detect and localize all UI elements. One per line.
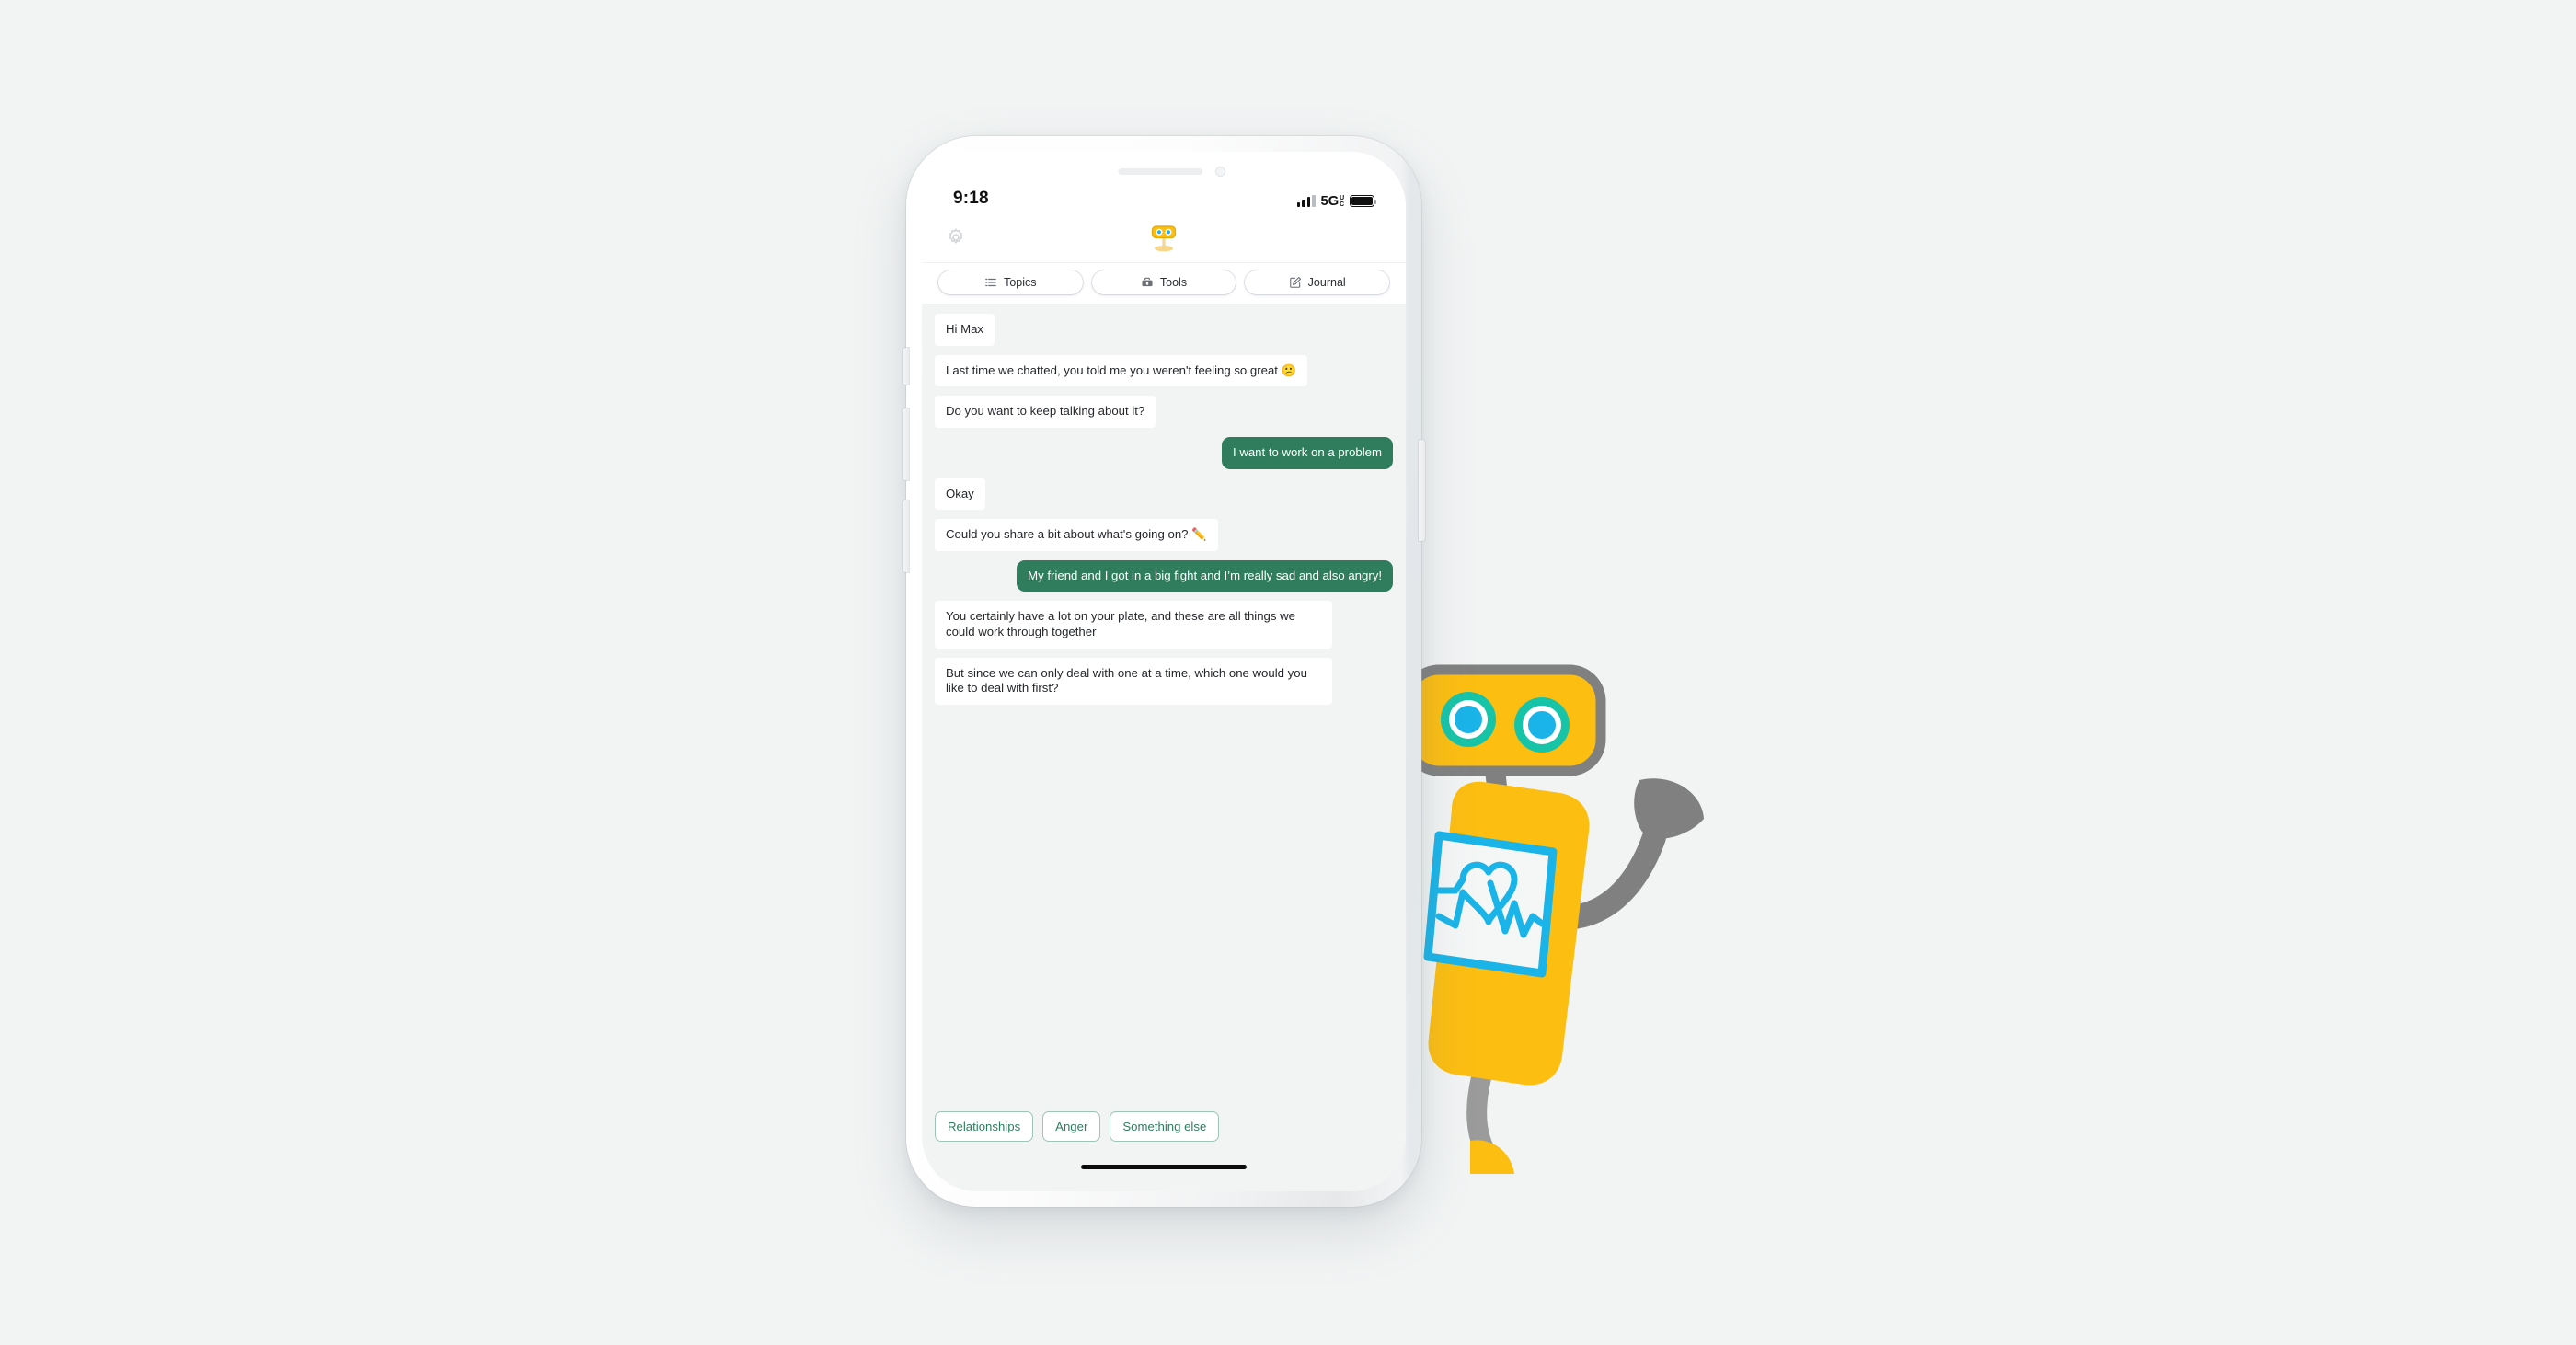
message-row: Hi Max [935, 314, 1393, 346]
status-indicators: 5G U C [1296, 193, 1377, 209]
tab-journal[interactable]: Journal [1245, 270, 1390, 294]
quick-reply-something-else[interactable]: Something else [1110, 1111, 1220, 1142]
mascot-body [1428, 781, 1590, 1086]
quick-reply-bar: Relationships Anger Something else [922, 1111, 1406, 1142]
mascot-neck [1483, 746, 1511, 827]
gear-icon[interactable] [946, 227, 966, 247]
mascot-hand [1634, 778, 1704, 839]
cellular-bars-icon [1296, 195, 1316, 207]
tab-tools-label: Tools [1159, 276, 1188, 289]
message-row: But since we can only deal with one at a… [935, 657, 1393, 705]
chat-bubble-bot: Could you share a bit about what's going… [935, 519, 1218, 551]
silent-switch[interactable] [903, 348, 909, 385]
home-indicator-area [922, 1142, 1406, 1191]
chat-bubble-user: I want to work on a problem [1222, 436, 1393, 469]
app-header [922, 213, 1406, 263]
message-row: My friend and I got in a big fight and I… [935, 559, 1393, 592]
quick-reply-anger[interactable]: Anger [1042, 1111, 1101, 1142]
mascot-chest-screen [1423, 831, 1558, 978]
network-type: 5G [1320, 193, 1340, 209]
compose-square-icon [1289, 276, 1301, 288]
front-camera [1215, 167, 1225, 177]
mascot-eyes [1441, 692, 1570, 753]
chat-bubble-bot: You certainly have a lot on your plate, … [935, 601, 1333, 649]
chat-transcript: Hi Max Last time we chatted, you told me… [922, 305, 1406, 1111]
mascot-foot [1470, 1140, 1514, 1174]
scene: 9:18 5G U C Topics Tools Journal Hi Max … [0, 0, 2576, 1345]
message-row: Okay [935, 477, 1393, 511]
volume-down-button[interactable] [903, 500, 909, 572]
quick-reply-relationships[interactable]: Relationships [935, 1111, 1034, 1142]
earpiece-speaker [1118, 168, 1203, 175]
chat-bubble-bot: Hi Max [935, 314, 995, 346]
volume-up-button[interactable] [903, 408, 909, 480]
home-indicator[interactable] [1081, 1164, 1247, 1169]
phone-mockup: 9:18 5G U C Topics Tools Journal Hi Max … [903, 136, 1425, 1207]
tab-topics-label: Topics [1004, 276, 1037, 289]
chat-bubble-bot: Last time we chatted, you told me you we… [935, 354, 1308, 387]
chat-bubble-bot: Do you want to keep talking about it? [935, 396, 1156, 428]
network-superscript: U C [1340, 194, 1344, 208]
status-time: 9:18 [953, 189, 989, 208]
phone-screen: 9:18 5G U C Topics Tools Journal Hi Max … [922, 152, 1406, 1191]
tab-tools[interactable]: Tools [1091, 270, 1236, 294]
tab-bar: Topics Tools Journal [922, 263, 1406, 305]
message-row: Last time we chatted, you told me you we… [935, 354, 1393, 387]
tab-topics[interactable]: Topics [938, 270, 1083, 294]
mascot-arm [1497, 825, 1666, 930]
mascot-head [1402, 664, 1606, 776]
robot-logo-icon[interactable] [1145, 222, 1182, 253]
message-row: Do you want to keep talking about it? [935, 396, 1393, 428]
chat-bubble-bot: But since we can only deal with one at a… [935, 657, 1333, 705]
heart-heartbeat-icon [1435, 861, 1546, 938]
chat-spacer [935, 714, 1393, 1111]
status-bar: 9:18 5G U C [922, 152, 1406, 213]
message-row: You certainly have a lot on your plate, … [935, 601, 1393, 649]
message-row: Could you share a bit about what's going… [935, 519, 1393, 551]
mascot-leg [1466, 1048, 1501, 1169]
chat-bubble-bot: Okay [935, 477, 985, 511]
battery-full-icon [1350, 195, 1377, 207]
chat-bubble-user: My friend and I got in a big fight and I… [1017, 559, 1393, 592]
woebot-mascot [1398, 662, 1748, 1233]
power-button[interactable] [1419, 440, 1425, 541]
network-label: 5G U C [1320, 193, 1345, 209]
tab-journal-label: Journal [1307, 276, 1346, 289]
message-row: I want to work on a problem [935, 436, 1393, 469]
toolbox-icon [1142, 277, 1153, 287]
list-icon [985, 278, 996, 287]
